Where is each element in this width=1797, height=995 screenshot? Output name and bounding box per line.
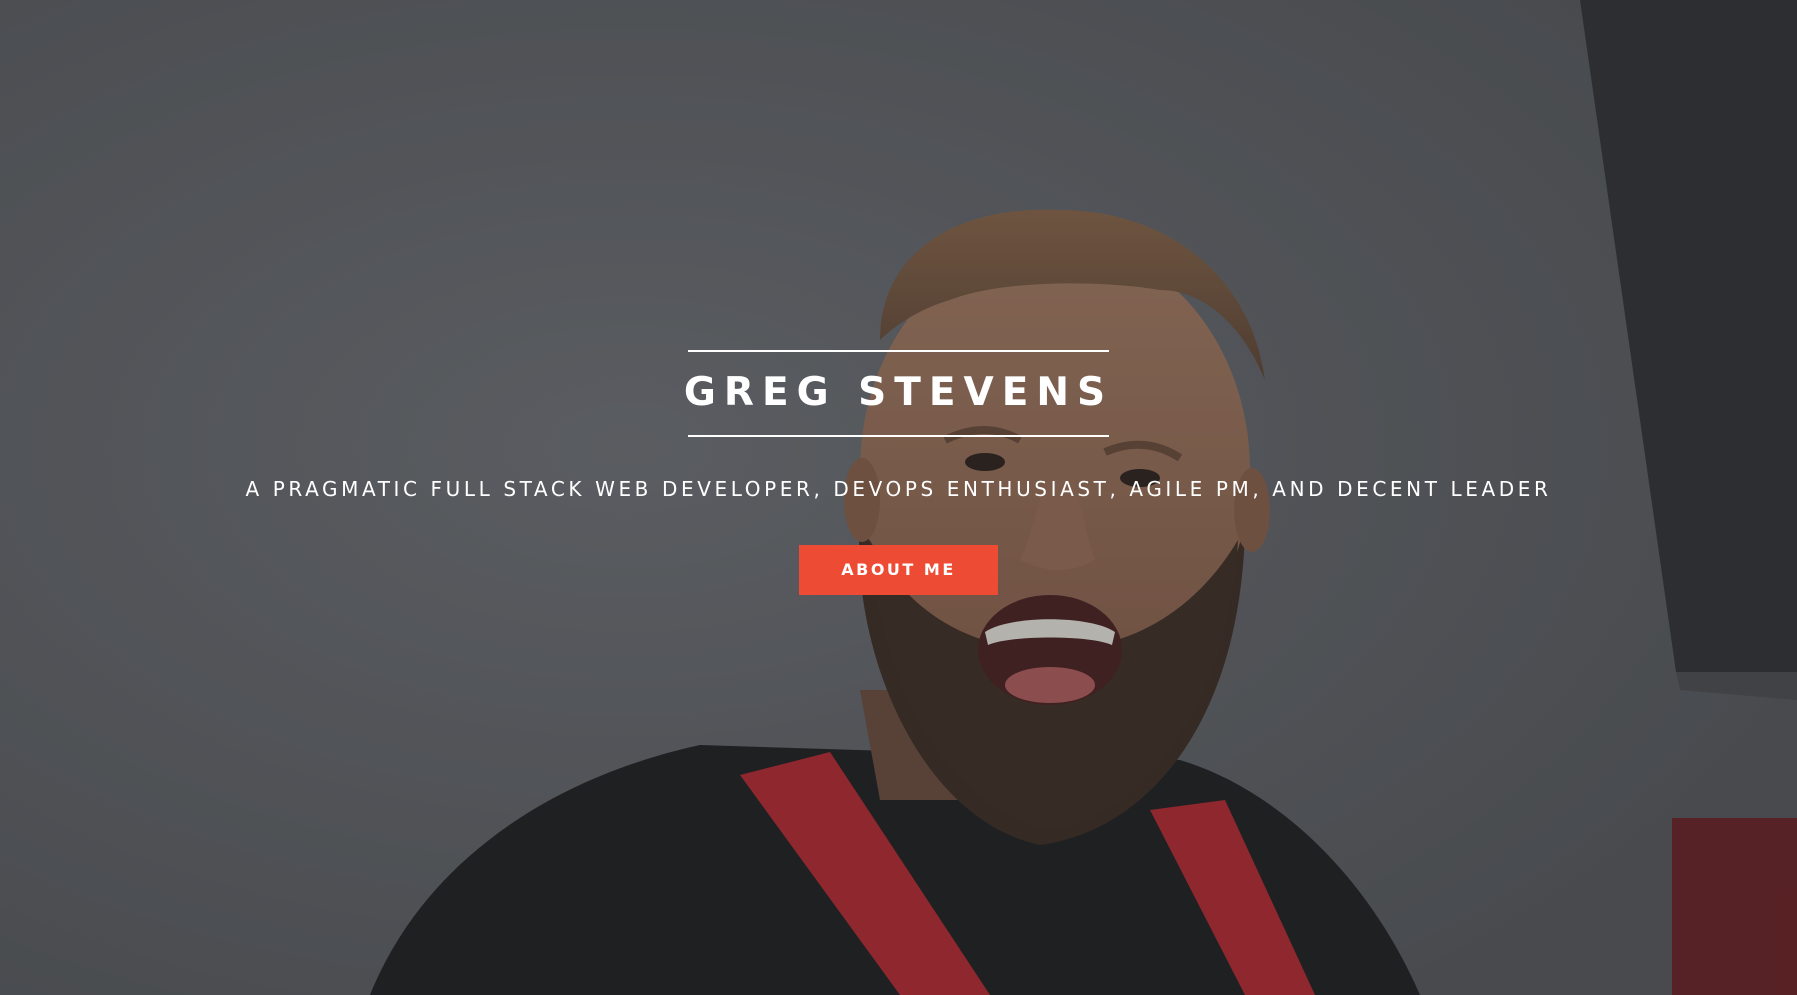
title-top-divider: [688, 350, 1109, 352]
page-title: GREG STEVENS: [683, 370, 1114, 415]
hero-content: GREG STEVENS A PRAGMATIC FULL STACK WEB …: [0, 0, 1797, 995]
title-bottom-divider: [688, 435, 1109, 437]
hero-section: GREG STEVENS A PRAGMATIC FULL STACK WEB …: [0, 0, 1797, 995]
about-me-button[interactable]: ABOUT ME: [799, 545, 998, 595]
tagline: A PRAGMATIC FULL STACK WEB DEVELOPER, DE…: [245, 477, 1552, 501]
